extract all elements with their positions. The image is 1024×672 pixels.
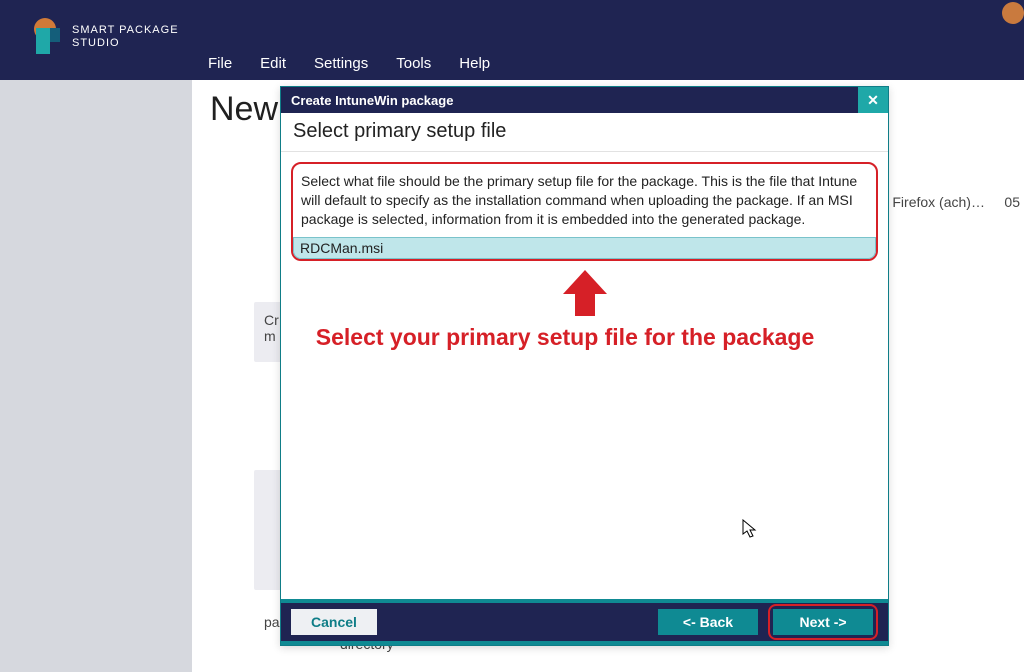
next-button[interactable]: Next -> xyxy=(773,609,873,635)
app-header: SMART PACKAGE STUDIO File Edit Settings … xyxy=(0,0,1024,80)
setup-file-row[interactable]: RDCMan.msi xyxy=(293,237,876,259)
cancel-button[interactable]: Cancel xyxy=(291,609,377,635)
avatar[interactable] xyxy=(1002,2,1024,24)
dialog-step-title: Select primary setup file xyxy=(281,113,888,152)
dialog-footer: Cancel <- Back Next -> xyxy=(281,599,888,645)
bg-text-fragment: Crm xyxy=(264,312,279,344)
menubar: File Edit Settings Tools Help xyxy=(208,55,490,72)
app-logo: SMART PACKAGE STUDIO xyxy=(6,10,197,64)
cursor-icon xyxy=(742,519,758,539)
dialog-titlebar[interactable]: Create IntuneWin package ✕ xyxy=(281,87,888,113)
dialog-body: Select what file should be the primary s… xyxy=(281,152,888,599)
dialog-title: Create IntuneWin package xyxy=(291,93,453,108)
annotation-next-highlight: Next -> xyxy=(768,604,878,640)
create-intunewin-dialog: Create IntuneWin package ✕ Select primar… xyxy=(280,86,889,646)
annotation-text: Select your primary setup file for the p… xyxy=(281,324,888,351)
dialog-instruction-text: Select what file should be the primary s… xyxy=(301,172,868,229)
menu-settings[interactable]: Settings xyxy=(314,55,368,72)
dialog-close-button[interactable]: ✕ xyxy=(858,87,888,113)
menu-edit[interactable]: Edit xyxy=(260,55,286,72)
annotation-arrow-icon xyxy=(563,270,607,320)
menu-file[interactable]: File xyxy=(208,55,232,72)
annotation-highlight-box: Select what file should be the primary s… xyxy=(291,162,878,261)
menu-tools[interactable]: Tools xyxy=(396,55,431,72)
back-button[interactable]: <- Back xyxy=(658,609,758,635)
logo-icon xyxy=(24,18,62,56)
bg-text-fragment: pa xyxy=(264,614,280,630)
app-name: SMART PACKAGE STUDIO xyxy=(72,24,179,50)
menu-help[interactable]: Help xyxy=(459,55,490,72)
close-icon: ✕ xyxy=(867,92,879,109)
